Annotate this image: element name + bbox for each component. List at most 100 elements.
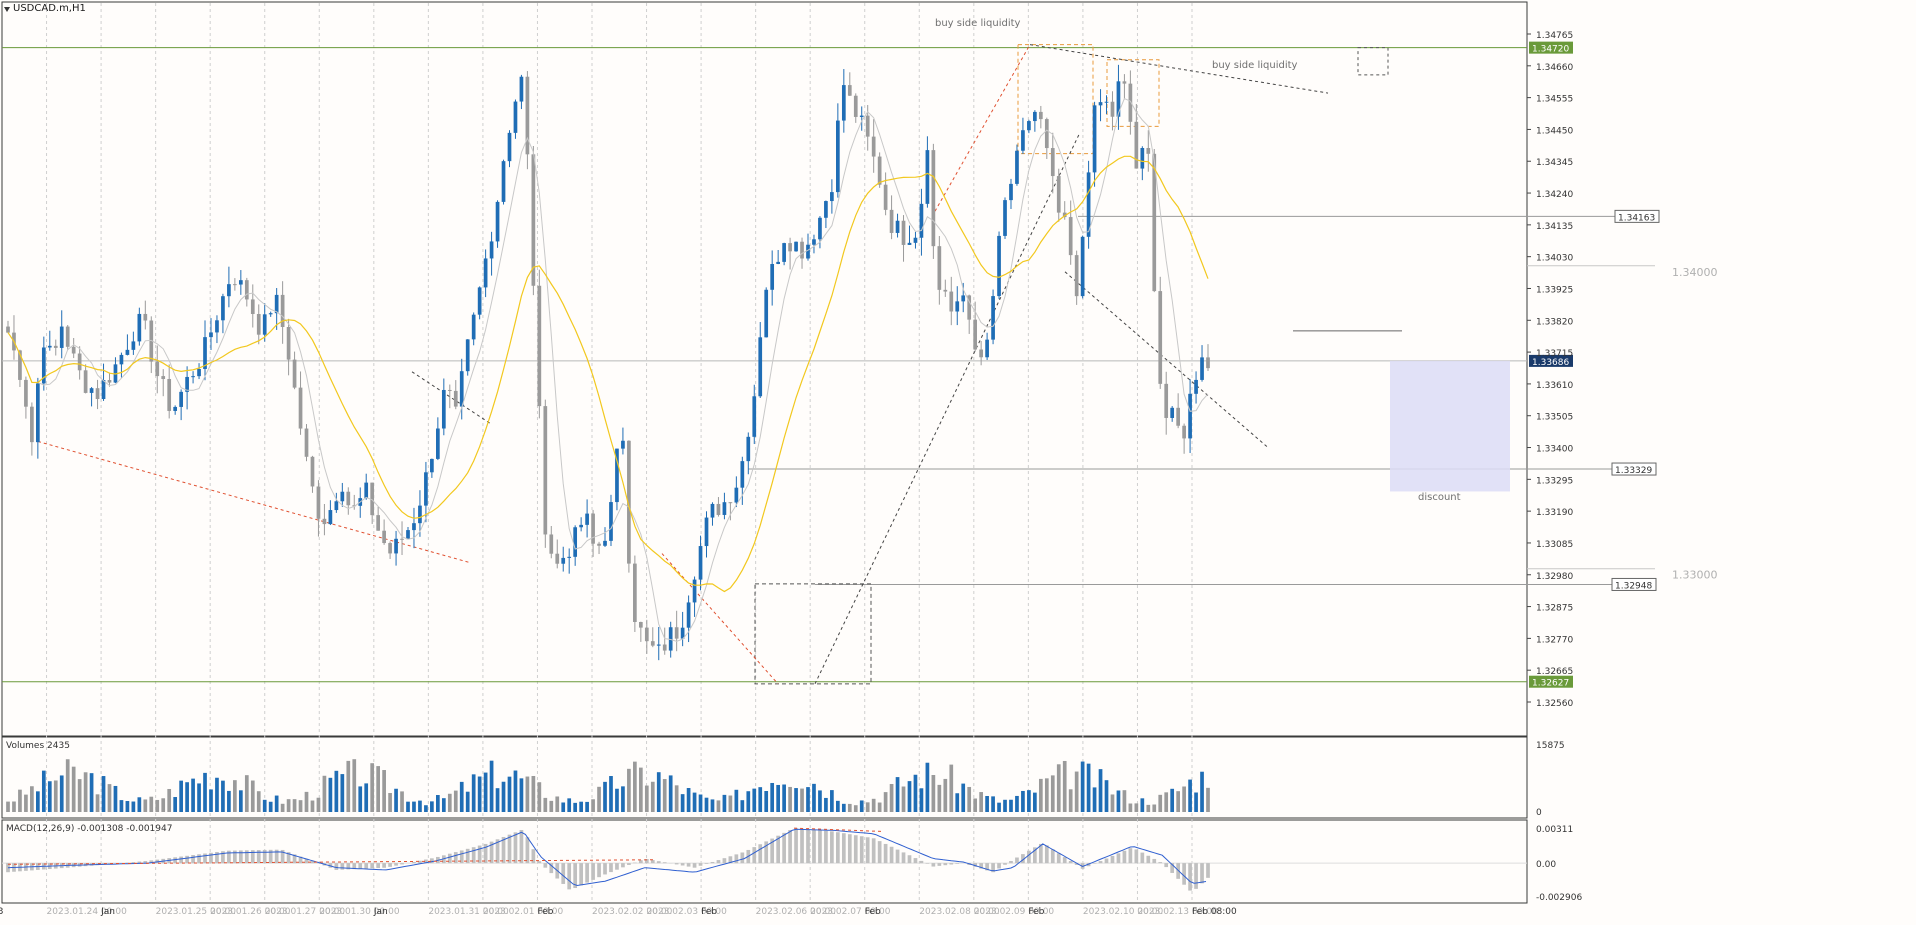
annotation-buy-side-liquidity: buy side liquidity [935,18,1021,29]
macd-hist-bar [920,861,924,863]
volume-bar [114,786,118,812]
macd-hist-bar [1152,859,1156,863]
volume-bar [335,771,339,812]
volume-bar [818,790,822,812]
volume-bar [543,798,547,812]
volume-bar [1105,780,1109,812]
volume-bar [197,783,201,812]
round-level-label: 1.34000 [1672,266,1718,279]
volume-bar [84,772,88,812]
macd-hist-bar [1206,863,1210,878]
volume-bar [1176,791,1180,812]
price-tick-label: 1.33400 [1536,445,1573,455]
candle-body [430,459,434,472]
candle-body [520,77,524,102]
macd-hist-bar [848,834,852,863]
volume-bar [412,802,416,812]
discount-zone [1390,361,1510,492]
candle-body [1123,81,1127,83]
volume-bar [800,789,804,812]
volume-bar [454,791,458,812]
macd-hist-bar [621,863,625,867]
macd-hist-bar [1051,849,1055,863]
price-tick-label: 1.32770 [1536,635,1573,645]
candle-body [633,564,637,622]
volume-bar [281,804,285,812]
volume-bar [305,792,309,812]
candle-body [854,96,858,117]
candle-body [418,506,422,524]
chart-menu-arrow-icon[interactable] [4,7,10,12]
volume-bar [66,759,70,812]
macd-hist-bar [520,830,524,863]
macd-hist-bar [890,847,894,863]
level-price-label: 1.32627 [1532,679,1569,689]
macd-hist-bar [412,862,416,863]
volume-bar [1045,778,1049,812]
candle-body [806,245,810,259]
candle-body [896,221,900,233]
macd-hist-bar [579,863,583,885]
candle-body [884,185,888,210]
candle-body [1057,176,1061,213]
macd-hist-bar [663,862,667,863]
volume-bar [239,790,243,812]
candle-body [979,350,983,358]
price-tick-label: 1.34450 [1536,126,1573,136]
candle-body [1093,105,1097,172]
macd-hist-bar [561,863,565,884]
volume-bar [317,798,321,812]
price-tick-label: 1.34030 [1536,254,1573,264]
volume-bar [1003,800,1007,812]
volume-bar [603,782,607,812]
price-tick-label: 1.33295 [1536,476,1573,486]
volume-bar [167,789,171,812]
candle-body [335,501,339,510]
volume-bar [896,777,900,812]
candle-body [1117,81,1121,116]
volume-bar [555,796,559,812]
chart-canvas[interactable]: 1.341631.333291.329481.340001.33000 1.34… [0,0,1916,925]
candle-body [985,340,989,358]
chart-window[interactable]: 1.341631.333291.329481.340001.33000 1.34… [0,0,1916,925]
macd-hist-bar [1158,862,1162,863]
candle-body [782,243,786,262]
volume-tick-zero: 0 [1536,808,1542,818]
volume-bar [609,776,613,812]
candle-body [818,218,822,240]
volume-bar [1057,764,1061,812]
price-tick-label: 1.32665 [1536,667,1573,677]
candle-body [1045,119,1049,148]
volume-bar [878,803,882,812]
volume-bar [908,781,912,812]
candle-body [693,580,697,603]
volume-bar [173,797,177,812]
volume-bar [675,785,679,812]
volume-bar [203,773,207,812]
volume-bar [1140,798,1144,812]
volume-bar [663,779,667,812]
volume-bar [12,802,16,812]
candle-body [412,523,416,530]
candle-body [1081,237,1085,296]
candle-body [460,371,464,406]
macd-hist-bar [1027,851,1031,863]
price-tick-label: 1.32560 [1536,699,1573,709]
macd-hist-bar [639,860,643,863]
price-tick-label: 1.34660 [1536,63,1573,73]
volume-bar [126,801,130,812]
candle-body [364,483,368,498]
volume-bar [1129,804,1133,812]
volume-bar [1075,772,1079,812]
macd-hist-bar [1129,848,1133,863]
candle-body [561,558,565,564]
macd-hist-bar [627,863,631,865]
macd-hist-bar [675,863,679,864]
macd-hist-bar [1111,856,1115,863]
candle-body [717,504,721,515]
macd-hist-bar [1135,849,1139,863]
volume-bar [418,801,422,812]
volume-bar [102,776,106,812]
candle-body [36,383,40,442]
volume-bar [1063,761,1067,812]
